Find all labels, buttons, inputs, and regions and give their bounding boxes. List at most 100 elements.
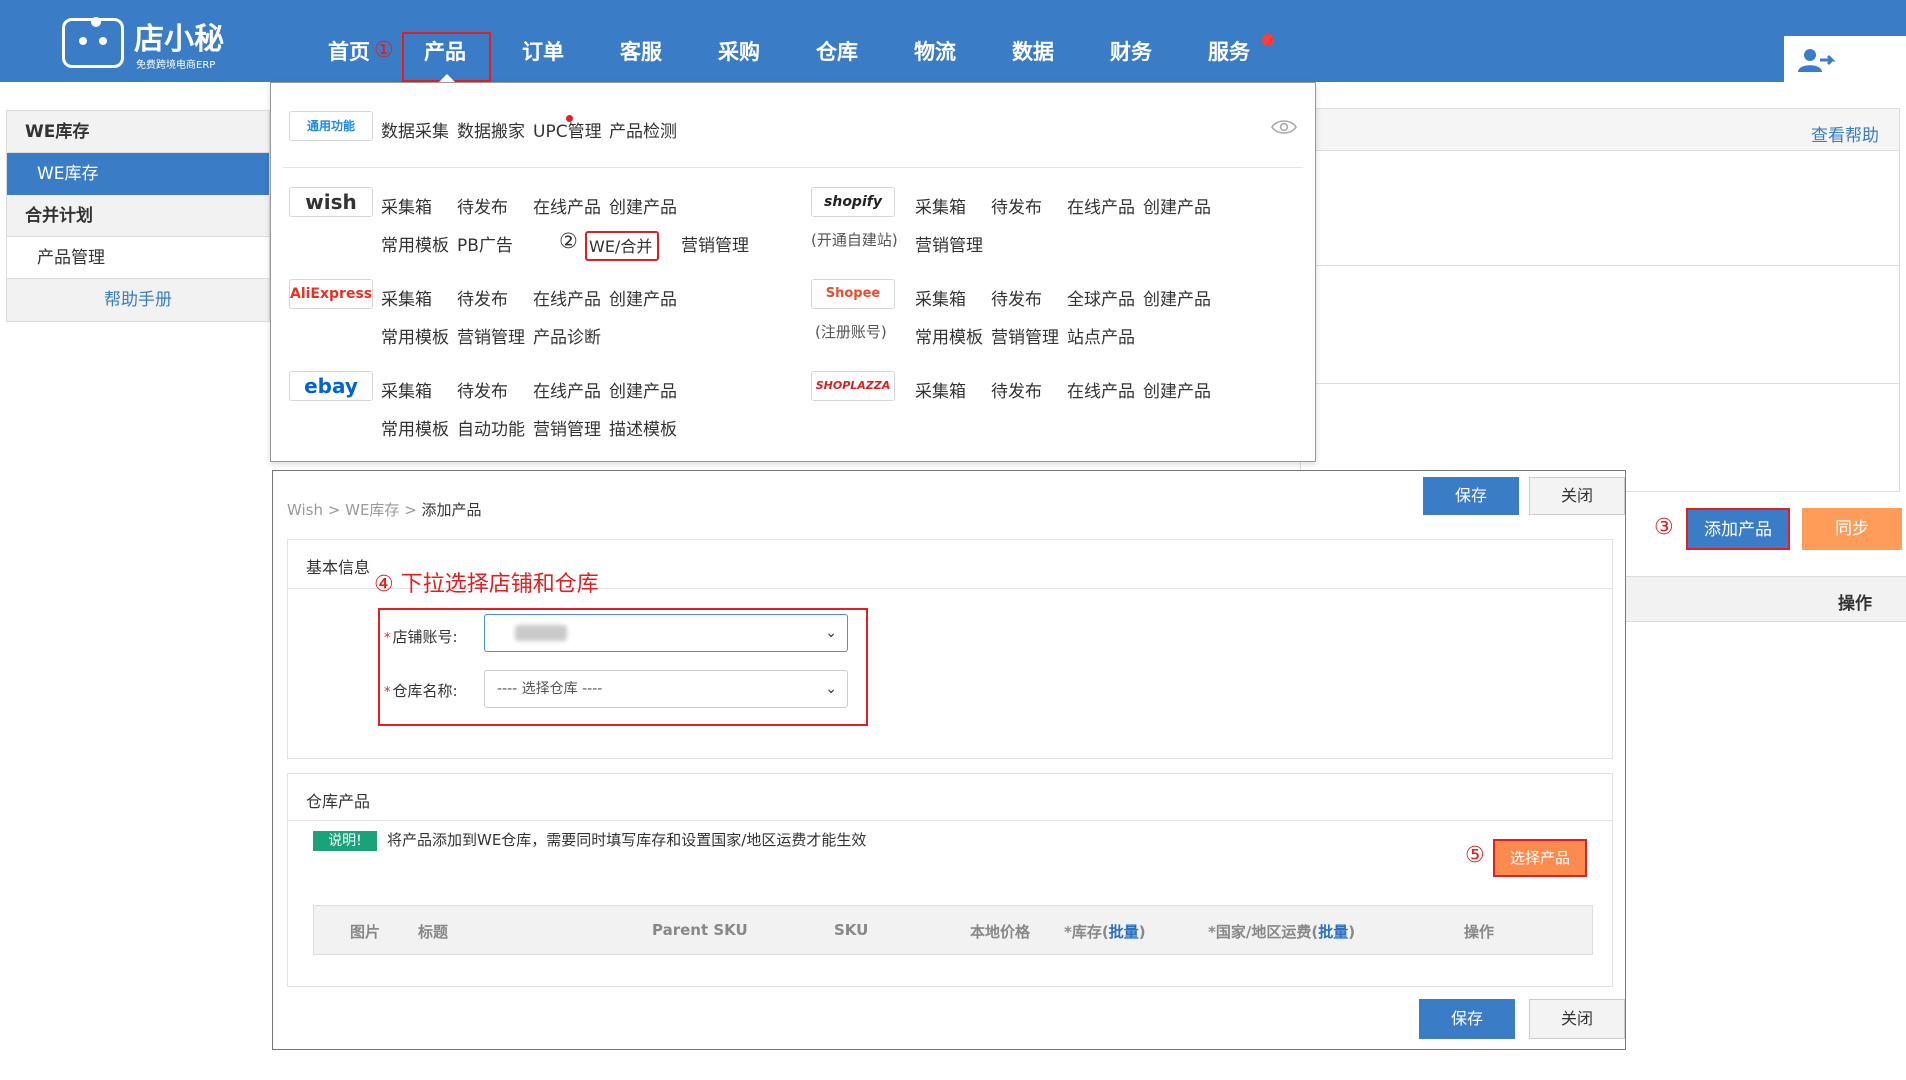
- nav-services[interactable]: 服务: [1208, 36, 1250, 66]
- shopify-create-product[interactable]: 创建产品: [1143, 193, 1211, 218]
- nav-purchase[interactable]: 采购: [718, 36, 760, 66]
- shop-account-select[interactable]: ⌄: [484, 614, 848, 652]
- wish-online-products[interactable]: 在线产品: [533, 193, 601, 218]
- ebay-pending-publish[interactable]: 待发布: [457, 377, 508, 402]
- nav-caret-icon: [439, 74, 455, 82]
- aliexpress-pending-publish[interactable]: 待发布: [457, 285, 508, 310]
- user-switch-icon[interactable]: [1796, 46, 1836, 76]
- robot-logo-icon: [62, 17, 124, 68]
- shoplazza-pending-publish[interactable]: 待发布: [991, 377, 1042, 402]
- ebay-online-products[interactable]: 在线产品: [533, 377, 601, 402]
- close-button-bottom[interactable]: 关闭: [1529, 999, 1625, 1039]
- save-button-bottom[interactable]: 保存: [1419, 999, 1515, 1039]
- column-header-parent-sku: Parent SKU: [652, 921, 748, 939]
- wish-marketing[interactable]: 营销管理: [681, 231, 749, 256]
- shoplazza-online-products[interactable]: 在线产品: [1067, 377, 1135, 402]
- nav-customer-service[interactable]: 客服: [620, 36, 662, 66]
- breadcrumb-we-inventory[interactable]: WE库存: [345, 501, 399, 519]
- wish-create-product[interactable]: 创建产品: [609, 193, 677, 218]
- breadcrumb-wish[interactable]: Wish: [287, 501, 323, 519]
- column-header-title: 标题: [418, 923, 449, 941]
- add-product-button[interactable]: 添加产品: [1686, 508, 1790, 550]
- nav-finance[interactable]: 财务: [1110, 36, 1152, 66]
- shopify-marketing[interactable]: 营销管理: [915, 231, 983, 256]
- shopee-create-product[interactable]: 创建产品: [1143, 285, 1211, 310]
- shopee-register-link[interactable]: (注册账号): [815, 321, 887, 342]
- menu-product-check[interactable]: 产品检测: [609, 117, 677, 142]
- aliexpress-create-product[interactable]: 创建产品: [609, 285, 677, 310]
- sidebar-help-manual[interactable]: 帮助手册: [7, 279, 269, 321]
- warehouse-select-value: ---- 选择仓库 ----: [497, 681, 603, 697]
- shopee-marketing[interactable]: 营销管理: [991, 323, 1059, 348]
- shoplazza-create-product[interactable]: 创建产品: [1143, 377, 1211, 402]
- ebay-automation[interactable]: 自动功能: [457, 415, 525, 440]
- view-help-link[interactable]: 查看帮助: [1811, 121, 1879, 146]
- shopify-pending-publish[interactable]: 待发布: [991, 193, 1042, 218]
- shopify-online-products[interactable]: 在线产品: [1067, 193, 1135, 218]
- shopee-global-products[interactable]: 全球产品: [1067, 285, 1135, 310]
- sidebar-header-we-inventory[interactable]: WE库存: [7, 111, 269, 153]
- wish-pending-publish[interactable]: 待发布: [457, 193, 508, 218]
- notification-dot: [1262, 34, 1274, 46]
- basic-info-section: 基本信息 ④ 下拉选择店铺和仓库 * 店铺账号: ⌄ * 仓库名称: ---- 选择…: [287, 539, 1613, 759]
- wish-collection-box[interactable]: 采集箱: [381, 193, 432, 218]
- save-button-top[interactable]: 保存: [1423, 477, 1519, 515]
- menu-upc-management[interactable]: UPC管理: [533, 117, 602, 142]
- ebay-templates[interactable]: 常用模板: [381, 415, 449, 440]
- wish-we-merge[interactable]: WE/合并: [589, 233, 652, 257]
- nav-logistics[interactable]: 物流: [914, 36, 956, 66]
- nav-products[interactable]: 产品: [424, 36, 466, 66]
- menu-data-collection[interactable]: 数据采集: [381, 117, 449, 142]
- shopee-logo: Shopee: [811, 279, 895, 309]
- close-button-top[interactable]: 关闭: [1529, 477, 1625, 515]
- stock-batch-link[interactable]: 批量: [1109, 923, 1139, 941]
- nav-home[interactable]: 首页: [328, 36, 370, 66]
- sidebar-header-merge-plan[interactable]: 合并计划: [7, 195, 269, 237]
- nav-warehouse[interactable]: 仓库: [816, 36, 858, 66]
- aliexpress-templates[interactable]: 常用模板: [381, 323, 449, 348]
- background-panel-header: 查看帮助: [1301, 109, 1899, 151]
- sidebar-item-product-management[interactable]: 产品管理: [7, 237, 269, 279]
- shopee-site-products[interactable]: 站点产品: [1067, 323, 1135, 348]
- menu-data-migration[interactable]: 数据搬家: [457, 117, 525, 142]
- nav-data[interactable]: 数据: [1012, 36, 1054, 66]
- sidebar-item-we-inventory[interactable]: WE库存: [7, 153, 269, 195]
- ebay-marketing[interactable]: 营销管理: [533, 415, 601, 440]
- product-mega-menu: 通用功能 数据采集 数据搬家 UPC管理 产品检测 wish 采集箱 待发布 在…: [270, 82, 1316, 462]
- warehouse-products-title: 仓库产品: [306, 792, 371, 811]
- logo-name: 店小秘: [134, 22, 224, 57]
- basic-info-title: 基本信息: [306, 558, 371, 577]
- left-sidebar: WE库存 WE库存 合并计划 产品管理 帮助手册: [6, 110, 270, 322]
- aliexpress-diagnosis[interactable]: 产品诊断: [533, 323, 601, 348]
- warehouse-name-label: * 仓库名称:: [384, 682, 458, 700]
- aliexpress-online-products[interactable]: 在线产品: [533, 285, 601, 310]
- logo-subtitle: 免费跨境电商ERP: [136, 60, 216, 71]
- freight-batch-link[interactable]: 批量: [1318, 923, 1348, 941]
- aliexpress-marketing[interactable]: 营销管理: [457, 323, 525, 348]
- column-header-action: 操作: [1464, 923, 1495, 941]
- shopee-collection-box[interactable]: 采集箱: [915, 285, 966, 310]
- shopee-pending-publish[interactable]: 待发布: [991, 285, 1042, 310]
- wish-templates[interactable]: 常用模板: [381, 231, 449, 256]
- notice-badge: 说明!: [313, 831, 377, 851]
- shopify-collection-box[interactable]: 采集箱: [915, 193, 966, 218]
- select-product-button[interactable]: 选择产品: [1493, 839, 1587, 877]
- app-logo[interactable]: 店小秘 免费跨境电商ERP: [62, 12, 232, 72]
- shopify-open-store-link[interactable]: (开通自建站): [811, 229, 898, 250]
- shopee-templates[interactable]: 常用模板: [915, 323, 983, 348]
- add-product-dialog: Wish > WE库存 > 添加产品 保存 关闭 基本信息 ④ 下拉选择店铺和仓…: [272, 470, 1626, 1050]
- ebay-create-product[interactable]: 创建产品: [609, 377, 677, 402]
- warehouse-select[interactable]: ---- 选择仓库 ---- ⌄: [484, 670, 848, 708]
- ebay-description-templates[interactable]: 描述模板: [609, 415, 677, 440]
- wish-logo: wish: [289, 187, 373, 217]
- shop-account-label: * 店铺账号:: [384, 628, 458, 646]
- wish-pb-ads[interactable]: PB广告: [457, 231, 513, 256]
- aliexpress-logo: AliExpress: [289, 279, 373, 309]
- ebay-collection-box[interactable]: 采集箱: [381, 377, 432, 402]
- chevron-down-icon: ⌄: [825, 625, 837, 641]
- sync-button[interactable]: 同步: [1802, 508, 1902, 550]
- nav-orders[interactable]: 订单: [522, 36, 564, 66]
- eye-icon[interactable]: [1271, 119, 1297, 135]
- aliexpress-collection-box[interactable]: 采集箱: [381, 285, 432, 310]
- shoplazza-collection-box[interactable]: 采集箱: [915, 377, 966, 402]
